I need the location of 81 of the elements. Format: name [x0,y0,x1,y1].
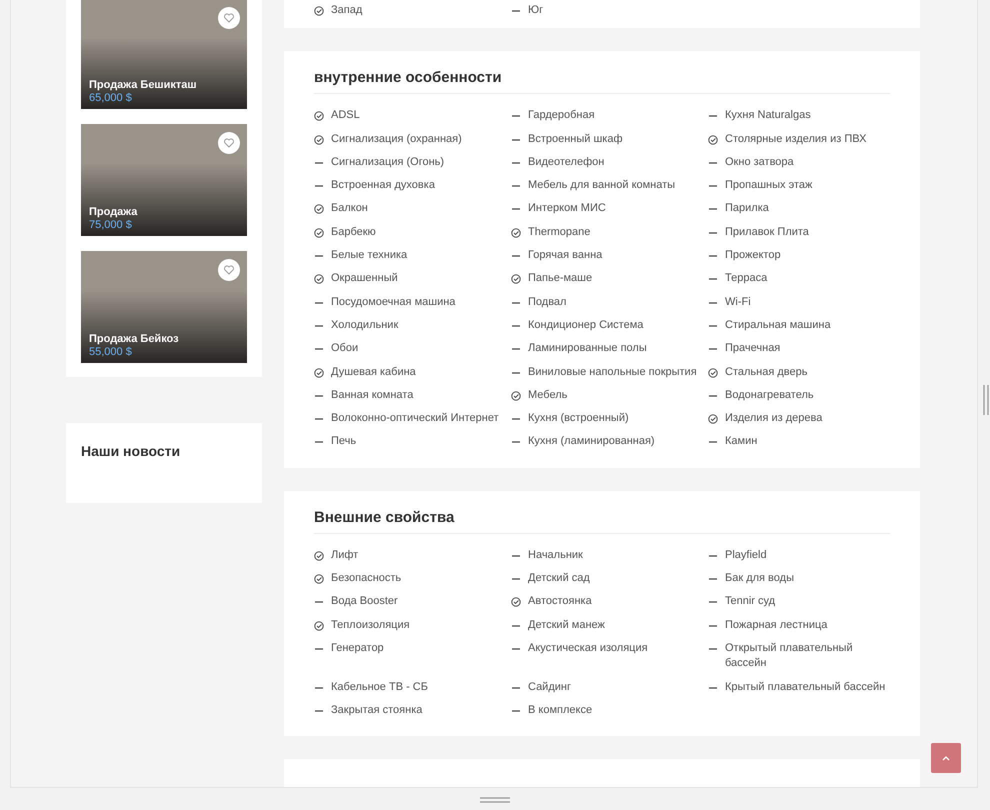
feature-label: Акустическая изоляция [528,640,648,656]
feature-label: Барбекю [331,224,376,240]
feature-label: Душевая кабина [331,364,416,380]
feature-label: Tennir суд [725,594,776,610]
feature-label: Генератор [331,640,384,656]
feature-label: Запад [331,3,362,18]
listing-title: Продажа Бешикташ [89,79,197,91]
feature-label: Бак для воды [725,571,794,586]
feature-label: Крытый плавательный бассейн [725,680,886,695]
feature-label: Автостоянка [528,594,592,610]
feature-label: Водонагреватель [725,388,814,403]
feature-label: Прилавок Плита [725,224,809,240]
feature-label: Ламинированные полы [528,341,647,356]
feature-label: Посудомоечная машина [331,294,456,310]
feature-label: Сигнализация (охранная) [331,132,462,147]
feature-label: Горячая ванна [528,248,602,264]
feature-label: Playfield [725,548,767,563]
feature-label: Белые техника [331,248,408,264]
resize-grip-icon[interactable] [480,797,510,803]
feature-label: Безопасность [331,571,402,586]
feature-label: Стиральная машина [725,318,831,333]
feature-label: Видеотелефон [528,154,604,170]
feature-label: Закрытая стоянка [331,702,422,718]
feature-label: Встроенная духовка [331,178,435,194]
feature-label: Мебель [528,388,568,403]
feature-label: Пропашных этаж [725,178,812,194]
feature-label: Открытый плавательный бассейн [725,640,854,672]
feature-label: Встроенный шкаф [528,132,623,147]
feature-label: Печь [331,434,356,450]
listing-price: 75,000 $ [89,219,133,231]
listing-card[interactable]: Продажа Бейкоз 55,000 $ [81,251,247,363]
feature-label: ADSL [331,108,360,124]
listing-title: Продажа Бейкоз [89,333,179,345]
feature-label: Изделия из дерева [725,411,822,426]
feature-label: Ванная комната [331,388,414,403]
feature-label: Прачечная [725,341,780,356]
feature-label: Прожектор [725,248,781,264]
listing-card[interactable]: Продажа Бешикташ 65,000 $ [81,0,247,109]
listing-price: 55,000 $ [89,346,133,358]
feature-label: Кабельное ТВ - СБ [331,680,428,695]
feature-label: Лифт [331,548,358,563]
feature-label: Окно затвора [725,154,794,170]
feature-label: Начальник [528,548,583,563]
feature-label: Окрашенный [331,271,398,286]
feature-label: Теплоизоляция [331,618,410,633]
feature-label: Стальная дверь [725,364,808,380]
news-heading: Наши новости [81,443,182,459]
feature-label: Парилка [725,201,769,216]
feature-label: Wi-Fi [725,294,751,310]
feature-label: Подвал [528,294,566,310]
feature-label: Гардеробная [528,108,595,124]
section-heading: внутренние особенности [314,69,890,94]
feature-label: Сигнализация (Огонь) [331,154,444,170]
section-heading: Внешние свойства [314,508,890,534]
feature-label: Вода Booster [331,594,398,610]
listing-card[interactable]: Продажа 75,000 $ [81,124,247,236]
side-grip-icon[interactable] [983,385,989,415]
feature-label: Волоконно-оптический Интернет [331,411,499,426]
feature-label: Кухня (ламинированная) [528,434,655,450]
feature-label: Холодильник [331,318,398,333]
feature-label: Интерком МИС [528,201,606,216]
feature-label: Кухня Naturalgas [725,108,811,124]
feature-label: Юг [528,3,544,18]
feature-label: Детский сад [528,571,590,586]
feature-label: Балкон [331,201,368,216]
feature-label: Столярные изделия из ПВХ [725,132,866,147]
feature-label: Обои [331,341,358,356]
feature-label: Thermopane [528,224,590,240]
feature-label: Терраса [725,271,768,286]
feature-label: Камин [725,434,758,450]
feature-label: Пожарная лестница [725,618,828,633]
feature-label: Виниловые напольные покрытия [528,364,697,380]
feature-label: Сайдинг [528,680,571,695]
feature-label: Кухня (встроенный) [528,411,629,426]
feature-label: Мебель для ванной комнаты [528,178,676,194]
feature-label: Детский манеж [528,618,605,633]
feature-label: В комплексе [528,702,592,718]
feature-label: Кондиционер Система [528,318,644,333]
listing-title: Продажа [89,206,138,218]
feature-label: Папье-маше [528,271,592,286]
listing-price: 65,000 $ [89,92,133,104]
